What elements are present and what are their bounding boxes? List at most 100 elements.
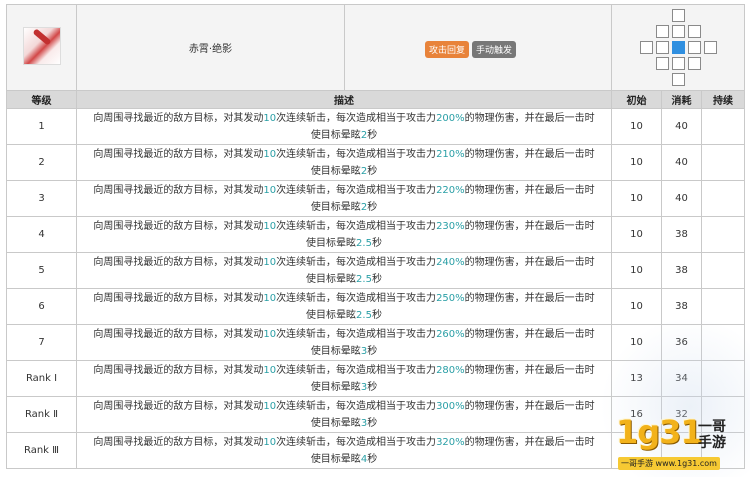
- desc-text: 秒: [367, 129, 378, 141]
- desc-text: 向周围寻找最近的敌方目标，对其发动: [93, 328, 264, 340]
- desc-percent: 250%: [436, 292, 465, 304]
- range-cell-active: [671, 9, 685, 22]
- desc-percent: 220%: [436, 184, 465, 196]
- row-duration: [701, 360, 745, 397]
- row-cost: 32: [661, 396, 702, 433]
- table-row: 7 向周围寻找最近的敌方目标，对其发动10次连续斩击，每次造成相当于攻击力260%…: [6, 324, 745, 361]
- desc-percent: 280%: [436, 364, 465, 376]
- attack-range-grid: [639, 9, 717, 86]
- desc-text: 的物理伤害，并在最后一击时: [464, 436, 595, 448]
- desc-text: 使目标晕眩: [306, 273, 357, 285]
- row-initial: 10: [611, 108, 662, 145]
- row-duration: [701, 288, 745, 325]
- desc-text: 的物理伤害，并在最后一击时: [464, 220, 595, 232]
- desc-text: 向周围寻找最近的敌方目标，对其发动: [93, 292, 264, 304]
- desc-text: 向周围寻找最近的敌方目标，对其发动: [93, 112, 264, 124]
- row-initial: 13: [611, 360, 662, 397]
- range-cell-active: [671, 57, 685, 70]
- desc-text: 的物理伤害，并在最后一击时: [464, 112, 595, 124]
- range-cell-active: [639, 41, 653, 54]
- row-description: 向周围寻找最近的敌方目标，对其发动10次连续斩击，每次造成相当于攻击力240%的…: [76, 252, 612, 289]
- desc-hits: 10: [263, 112, 277, 124]
- row-initial: 10: [611, 324, 662, 361]
- row-duration: [701, 216, 745, 253]
- desc-percent: 240%: [436, 256, 465, 268]
- desc-percent: 300%: [436, 400, 465, 412]
- col-duration: 持续: [701, 90, 745, 109]
- range-cell-active: [671, 73, 685, 86]
- desc-text: 向周围寻找最近的敌方目标，对其发动: [93, 148, 264, 160]
- table-row: Rank Ⅰ 向周围寻找最近的敌方目标，对其发动10次连续斩击，每次造成相当于攻击…: [6, 360, 745, 397]
- row-description: 向周围寻找最近的敌方目标，对其发动10次连续斩击，每次造成相当于攻击力220%的…: [76, 180, 612, 217]
- table-row: Rank Ⅲ 向周围寻找最近的敌方目标，对其发动10次连续斩击，每次造成相当于攻击…: [6, 432, 745, 469]
- desc-stun: 2.5: [356, 309, 372, 321]
- desc-text: 使目标晕眩: [310, 129, 361, 141]
- row-initial: 10: [611, 180, 662, 217]
- skill-name: 赤霄·绝影: [76, 4, 345, 91]
- skill-tags: 攻击回复 手动触发: [344, 4, 612, 91]
- table-row: 1 向周围寻找最近的敌方目标，对其发动10次连续斩击，每次造成相当于攻击力200%…: [6, 108, 745, 145]
- range-cell-active: [687, 41, 701, 54]
- desc-text: 向周围寻找最近的敌方目标，对其发动: [93, 364, 264, 376]
- row-initial: 10: [611, 144, 662, 181]
- desc-text: 使目标晕眩: [310, 417, 361, 429]
- row-cost: 40: [661, 180, 702, 217]
- desc-hits: 10: [263, 292, 277, 304]
- row-level: 2: [6, 144, 77, 181]
- row-description: 向周围寻找最近的敌方目标，对其发动10次连续斩击，每次造成相当于攻击力260%的…: [76, 324, 612, 361]
- table-row: 3 向周围寻找最近的敌方目标，对其发动10次连续斩击，每次造成相当于攻击力220%…: [6, 180, 745, 217]
- range-cell-active: [655, 41, 669, 54]
- skill-table: 赤霄·绝影 攻击回复 手动触发 等级 描述 初始 消耗 持续 1 向周围寻找最近的敌…: [6, 4, 745, 469]
- row-description: 向周围寻找最近的敌方目标，对其发动10次连续斩击，每次造成相当于攻击力300%的…: [76, 396, 612, 433]
- row-description: 向周围寻找最近的敌方目标，对其发动10次连续斩击，每次造成相当于攻击力320%的…: [76, 432, 612, 469]
- range-cell-active: [703, 41, 717, 54]
- range-cell-empty: [656, 73, 669, 86]
- row-description: 向周围寻找最近的敌方目标，对其发动10次连续斩击，每次造成相当于攻击力250%的…: [76, 288, 612, 325]
- desc-text: 的物理伤害，并在最后一击时: [464, 400, 595, 412]
- desc-text: 使目标晕眩: [306, 237, 357, 249]
- row-level: 3: [6, 180, 77, 217]
- skill-rows: 1 向周围寻找最近的敌方目标，对其发动10次连续斩击，每次造成相当于攻击力200%…: [6, 108, 745, 469]
- col-cost: 消耗: [661, 90, 702, 109]
- row-level: Rank Ⅰ: [6, 360, 77, 397]
- desc-text: 次连续斩击，每次造成相当于攻击力: [276, 256, 437, 268]
- desc-stun: 2.5: [356, 273, 372, 285]
- table-row: 4 向周围寻找最近的敌方目标，对其发动10次连续斩击，每次造成相当于攻击力230%…: [6, 216, 745, 253]
- range-cell-empty: [704, 9, 717, 22]
- row-level: 5: [6, 252, 77, 289]
- desc-hits: 10: [263, 148, 277, 160]
- desc-percent: 210%: [436, 148, 465, 160]
- col-level: 等级: [6, 90, 77, 109]
- row-duration: [701, 180, 745, 217]
- row-duration: [701, 252, 745, 289]
- desc-text: 秒: [367, 165, 378, 177]
- row-cost: [661, 432, 702, 469]
- range-cell-empty: [640, 73, 653, 86]
- desc-text: 秒: [367, 417, 378, 429]
- desc-hits: 10: [263, 184, 277, 196]
- row-duration: [701, 432, 745, 469]
- desc-text: 的物理伤害，并在最后一击时: [464, 364, 595, 376]
- attack-range-cell: [611, 4, 745, 91]
- skill-icon: [22, 27, 61, 65]
- desc-hits: 10: [263, 256, 277, 268]
- desc-hits: 10: [263, 400, 277, 412]
- tag-attack-recovery: 攻击回复: [425, 41, 470, 58]
- desc-text: 向周围寻找最近的敌方目标，对其发动: [93, 184, 264, 196]
- range-cell-empty: [640, 9, 653, 22]
- desc-text: 使目标晕眩: [310, 381, 361, 393]
- desc-hits: 10: [263, 220, 277, 232]
- desc-text: 次连续斩击，每次造成相当于攻击力: [276, 400, 437, 412]
- desc-percent: 260%: [436, 328, 465, 340]
- desc-text: 向周围寻找最近的敌方目标，对其发动: [93, 436, 264, 448]
- desc-text: 次连续斩击，每次造成相当于攻击力: [276, 112, 437, 124]
- skill-header-row: 赤霄·绝影 攻击回复 手动触发: [6, 4, 745, 91]
- range-cell-empty: [704, 57, 717, 70]
- range-cell-empty: [688, 73, 701, 86]
- table-row: Rank Ⅱ 向周围寻找最近的敌方目标，对其发动10次连续斩击，每次造成相当于攻击…: [6, 396, 745, 433]
- range-cell-empty: [640, 57, 653, 70]
- desc-text: 使目标晕眩: [310, 201, 361, 213]
- desc-percent: 320%: [436, 436, 465, 448]
- row-duration: [701, 108, 745, 145]
- desc-text: 使目标晕眩: [310, 345, 361, 357]
